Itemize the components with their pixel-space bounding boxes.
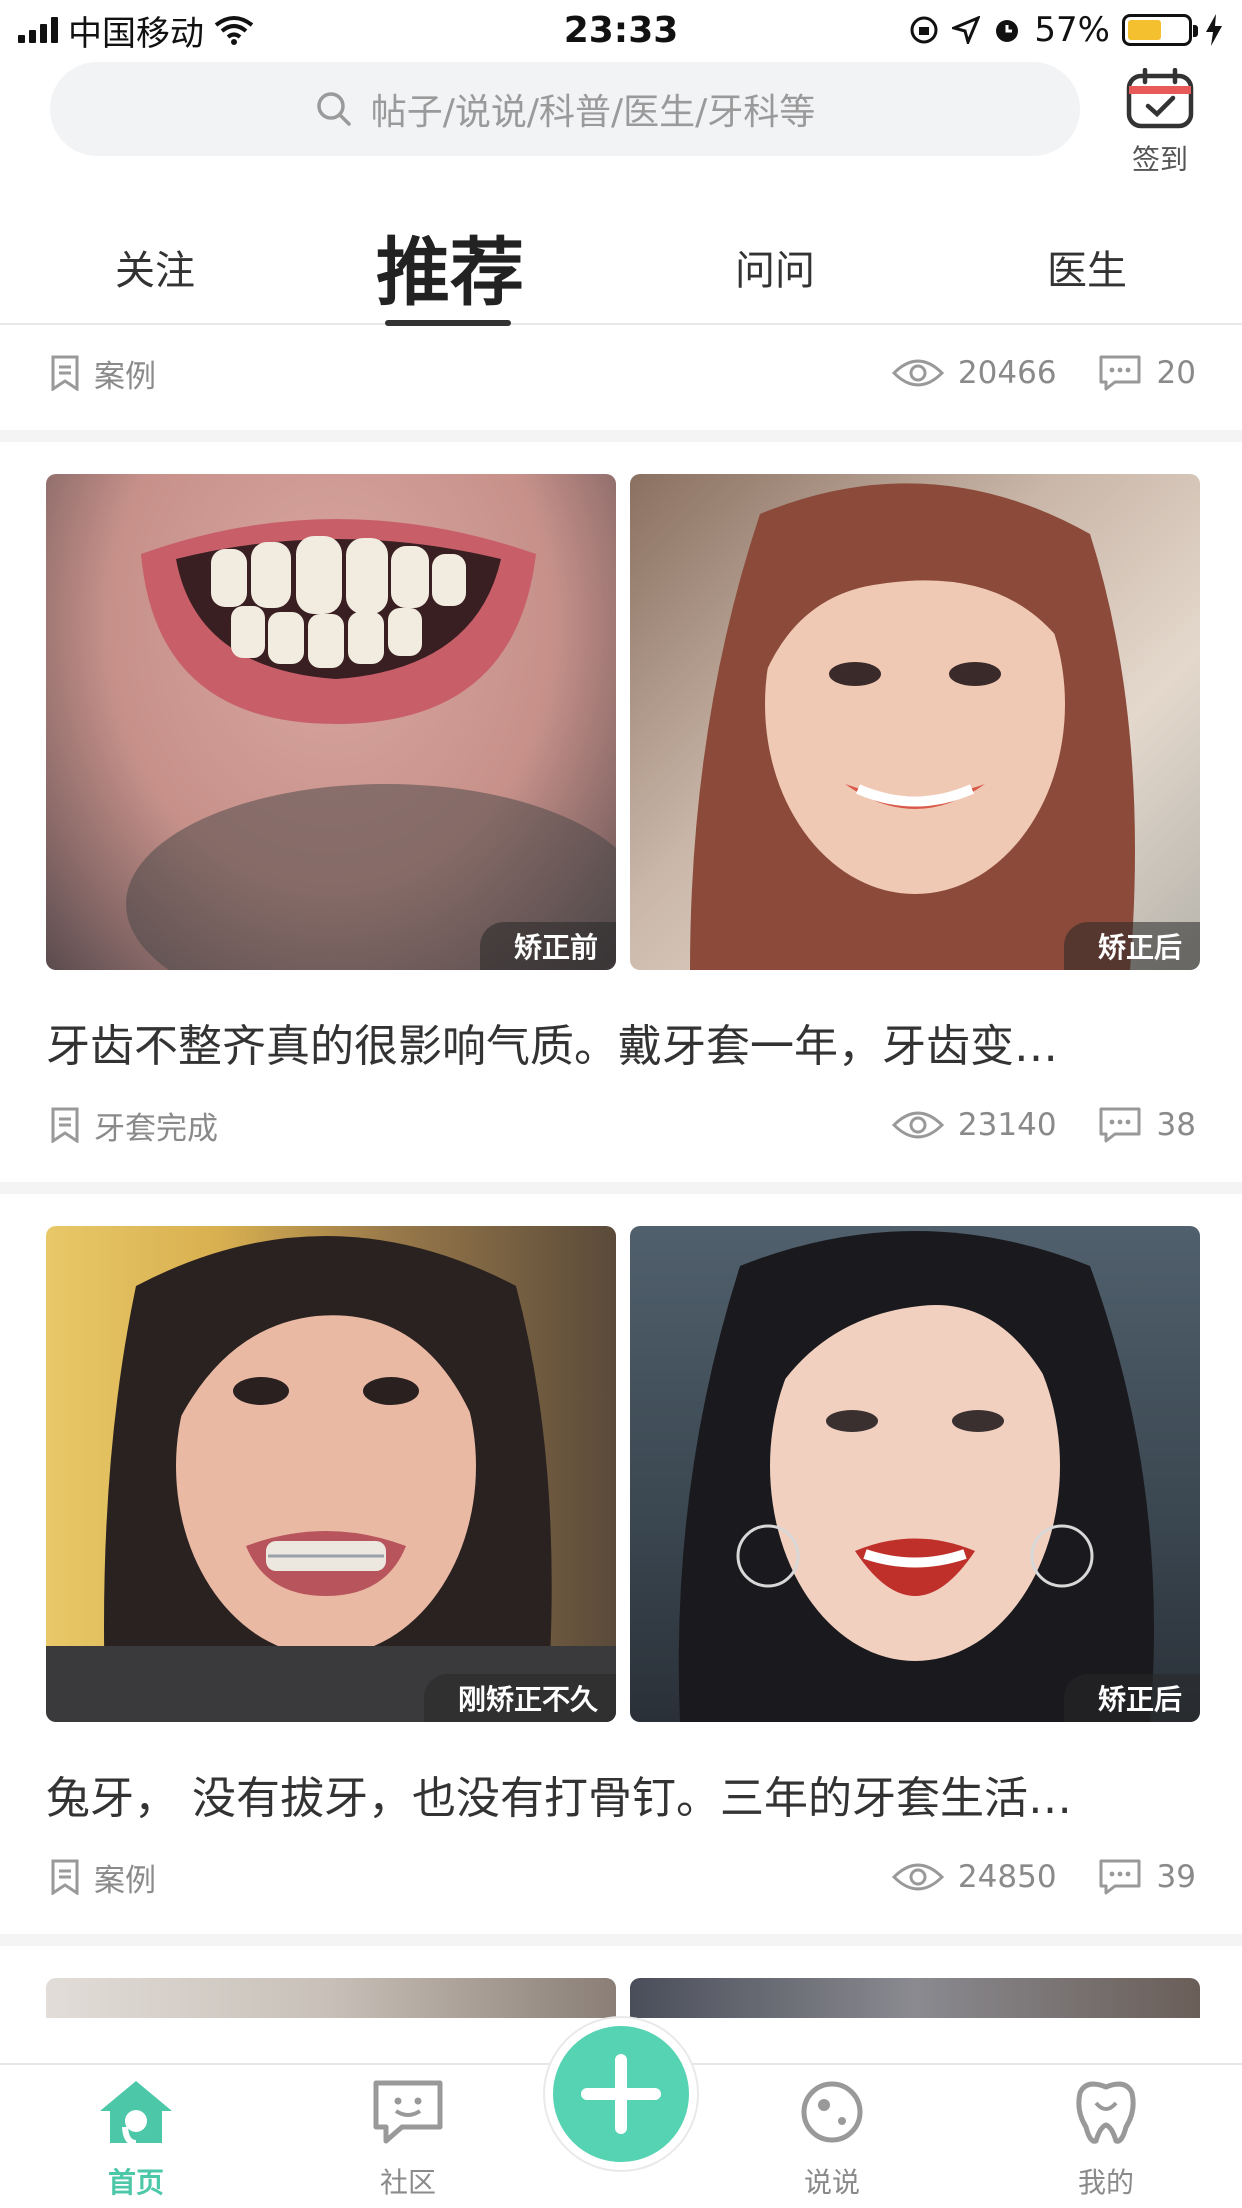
photo-label: 矫正后: [1063, 1674, 1200, 1722]
post-meta: 牙套完成 23140 38: [50, 1100, 1196, 1150]
post-photo-after[interactable]: 矫正后: [630, 1226, 1200, 1722]
post-photo-after[interactable]: 矫正后: [630, 474, 1200, 970]
post-tag-label: 牙套完成: [94, 1110, 218, 1147]
portrait-braces-illustration: [46, 1236, 616, 1722]
status-bar: 中国移动 23:33 57%: [0, 0, 1242, 60]
tab-questions[interactable]: 问问: [710, 210, 840, 323]
plus-icon: [581, 2054, 661, 2134]
photo-label: 矫正前: [479, 922, 616, 970]
alarm-icon: [996, 20, 1019, 42]
battery-percent: 57%: [1034, 10, 1110, 50]
comment-count-value: 38: [1156, 1107, 1196, 1143]
view-count-value: 20466: [957, 355, 1057, 391]
search-placeholder: 帖子/说说/科普/医生/牙科等: [370, 92, 816, 133]
comment-icon: [1099, 355, 1141, 391]
comment-count[interactable]: 39: [1097, 1858, 1196, 1896]
cellular-signal-icon: [18, 17, 58, 43]
tooth-icon: [1076, 2081, 1136, 2144]
feed-separator: [0, 430, 1242, 442]
home-icon: [100, 2081, 172, 2146]
battery-icon: [1122, 14, 1198, 46]
post-photo-before[interactable]: 刚矫正不久: [46, 1226, 616, 1722]
search-icon: [316, 92, 351, 126]
bookmark-icon: [51, 355, 79, 391]
comment-count[interactable]: 38: [1097, 1106, 1196, 1144]
nav-profile-label: 我的: [1077, 2166, 1134, 2199]
post-photo-partial[interactable]: [46, 1978, 616, 2018]
feed-separator: [0, 1934, 1242, 1946]
view-count: 24850: [891, 1859, 1057, 1895]
post-photo-before[interactable]: 矫正前: [46, 474, 616, 970]
comment-count[interactable]: 20: [1097, 354, 1196, 392]
face-icon: [801, 2081, 863, 2143]
post-title[interactable]: 牙齿不整齐真的很影响气质。戴牙套一年，牙齿变…: [46, 1010, 1196, 1074]
nav-moments[interactable]: 说说: [752, 2077, 912, 2201]
location-icon: [952, 16, 981, 44]
nav-community-label: 社区: [379, 2166, 436, 2199]
photo-label: 矫正后: [1063, 922, 1200, 970]
post-tag[interactable]: 案例: [50, 351, 852, 396]
feed-separator: [0, 1182, 1242, 1194]
tab-doctors[interactable]: 医生: [1022, 210, 1152, 323]
smile-teeth-illustration: [126, 519, 616, 970]
eye-icon: [891, 1111, 944, 1139]
checkin-button[interactable]: 签到: [1120, 67, 1200, 178]
bookmark-icon: [51, 1859, 79, 1895]
portrait-illustration: [690, 483, 1135, 970]
post-meta: 案例 20466 20: [50, 348, 1196, 398]
chat-icon: [373, 2080, 443, 2144]
create-post-button[interactable]: [545, 2018, 697, 2170]
view-count: 20466: [891, 355, 1057, 391]
calendar-check-icon: [1126, 67, 1194, 129]
wifi-icon: [214, 16, 254, 45]
view-count-value: 23140: [957, 1107, 1057, 1143]
eye-icon: [891, 1863, 944, 1891]
post-tag[interactable]: 案例: [50, 1855, 852, 1900]
view-count-value: 24850: [957, 1859, 1057, 1895]
nav-home[interactable]: 首页: [56, 2077, 216, 2201]
clock: 23:33: [563, 9, 679, 51]
comment-count-value: 20: [1156, 355, 1196, 391]
post-title[interactable]: 兔牙， 没有拔牙，也没有打骨钉。三年的牙套生活…: [46, 1762, 1196, 1826]
post-meta: 案例 24850 39: [50, 1852, 1196, 1902]
bookmark-icon: [51, 1107, 79, 1143]
photo-label: 刚矫正不久: [423, 1674, 616, 1722]
post-tag[interactable]: 牙套完成: [50, 1103, 852, 1148]
portrait-illustration: [678, 1231, 1154, 1722]
carrier-name: 中国移动: [68, 13, 204, 54]
nav-home-label: 首页: [107, 2166, 164, 2199]
comment-icon: [1099, 1859, 1141, 1895]
view-count: 23140: [891, 1107, 1057, 1143]
search-input[interactable]: 帖子/说说/科普/医生/牙科等: [50, 62, 1080, 156]
nav-community[interactable]: 社区: [328, 2077, 488, 2201]
comment-count-value: 39: [1156, 1859, 1196, 1895]
eye-icon: [891, 359, 944, 387]
nav-moments-label: 说说: [803, 2166, 860, 2199]
orientation-lock-icon: [910, 16, 938, 44]
post-photo-partial[interactable]: [630, 1978, 1200, 2018]
feed-tabs: 关注 推荐 问问 医生: [0, 210, 1242, 326]
post-tag-label: 案例: [94, 358, 156, 395]
active-tab-indicator: [385, 320, 511, 326]
nav-profile[interactable]: 我的: [1026, 2077, 1186, 2201]
post-tag-label: 案例: [94, 1862, 156, 1899]
checkin-label: 签到: [1131, 143, 1188, 176]
comment-icon: [1099, 1107, 1141, 1143]
tab-follow[interactable]: 关注: [90, 210, 220, 323]
charging-icon: [1206, 14, 1222, 46]
tab-recommended[interactable]: 推荐: [370, 210, 530, 323]
